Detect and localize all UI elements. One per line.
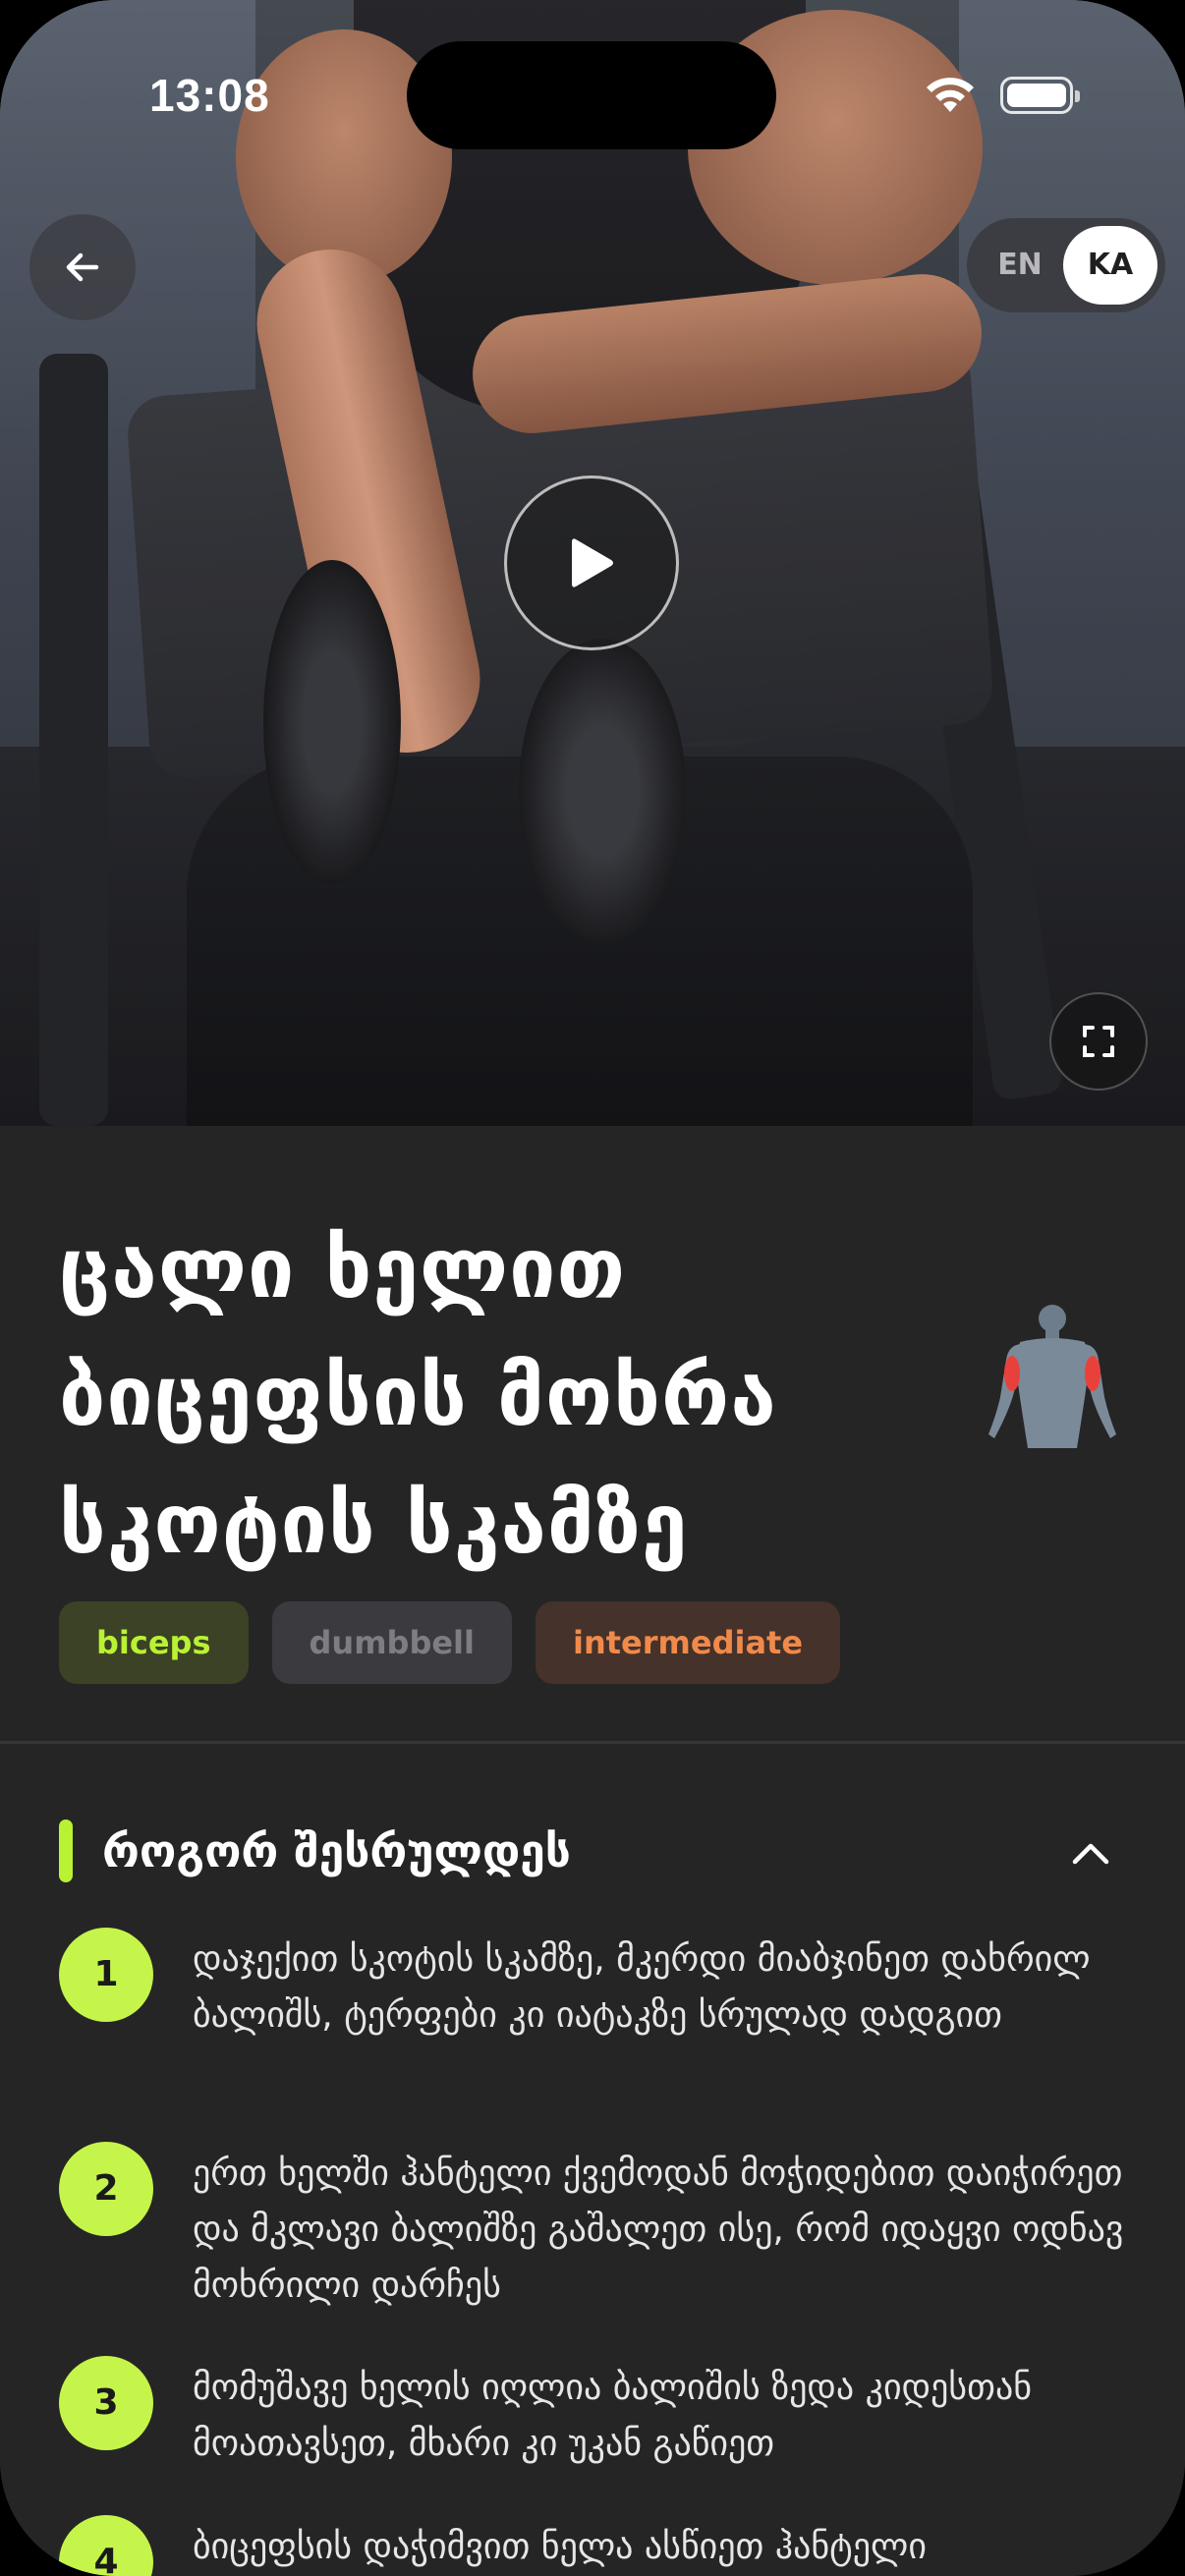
exercise-video[interactable]: 13:08 EN KA [0, 0, 1185, 1126]
muscle-diagram-icon [988, 1305, 1116, 1448]
battery-icon [1000, 77, 1080, 114]
status-time: 13:08 [149, 70, 270, 121]
fullscreen-button[interactable] [1049, 992, 1148, 1091]
section-accent-bar [59, 1820, 73, 1882]
exercise-tags: biceps dumbbell intermediate [59, 1601, 841, 1684]
language-toggle[interactable]: EN KA [967, 218, 1165, 312]
language-option-ka[interactable]: KA [1063, 226, 1157, 305]
step-text: ერთ ხელში ჰანტელი ქვემოდან მოჭიდებით დაი… [193, 2154, 1124, 2306]
play-icon [572, 538, 613, 588]
instructions-heading[interactable]: როგორ შესრულდეს [102, 1814, 571, 1888]
step-text: დაჯექით სკოტის სკამზე, მკერდი მიაბჯინეთ … [193, 1939, 1091, 2036]
exercise-details: ცალი ხელით ბიცეფსის მოხრა სკოტის სკამზე … [0, 1126, 1185, 2576]
step-number: 3 [59, 2356, 153, 2450]
muscle-tag: biceps [59, 1601, 249, 1684]
step-number: 1 [59, 1928, 153, 2022]
step-number: 4 [59, 2515, 153, 2576]
arrow-left-icon [66, 252, 99, 282]
equipment-tag: dumbbell [271, 1601, 512, 1684]
back-button[interactable] [29, 214, 136, 320]
step-number: 2 [59, 2142, 153, 2236]
level-tag: intermediate [535, 1601, 841, 1684]
step-text: მომუშავე ხელის იღლია ბალიშის ზედა კიდესთ… [193, 2368, 1033, 2464]
divider [0, 1741, 1185, 1744]
wifi-icon [927, 78, 974, 112]
exercise-title: ცალი ხელით ბიცეფსის მოხრა სკოტის სკამზე [59, 1220, 777, 1572]
collapse-button[interactable] [1061, 1823, 1120, 1882]
dynamic-island [407, 41, 776, 149]
fullscreen-icon [1083, 1026, 1114, 1057]
play-button[interactable] [504, 476, 679, 650]
phone-screen: 13:08 EN KA ცალი ხელით ბიცეფსის მოხრა სკ… [0, 0, 1185, 2576]
language-option-en[interactable]: EN [981, 218, 1059, 312]
chevron-up-icon [1072, 1843, 1109, 1865]
step-text: ბიცეფსის დაჭიმვით ნელა ასწიეთ ჰანტელი [193, 2527, 927, 2567]
